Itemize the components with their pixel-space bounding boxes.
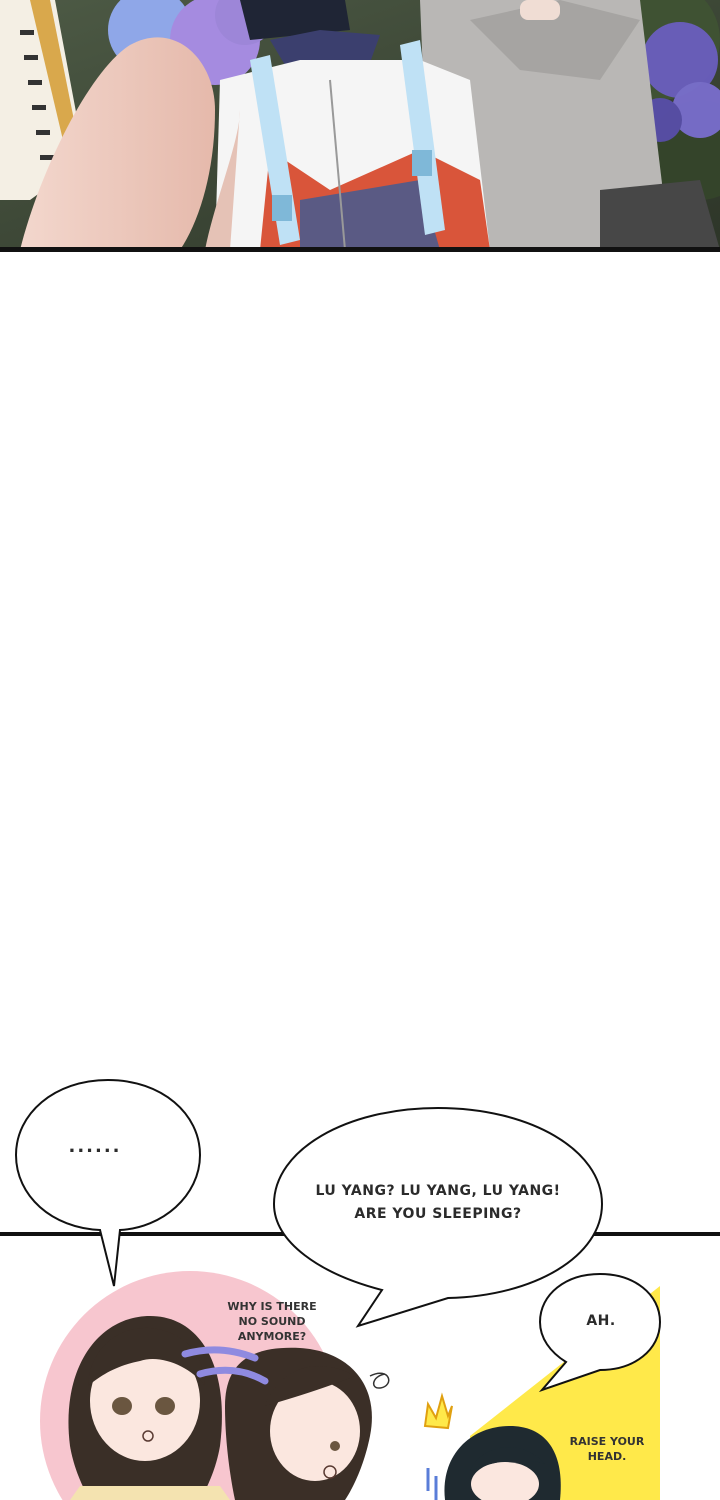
sfx-why-line3: ANYMORE? <box>237 1330 307 1343</box>
speech-bubble-ellipsis: ...... <box>68 1136 122 1157</box>
sfx-why-no-sound: WHY IS THERE NO SOUND ANYMORE? <box>212 1299 332 1344</box>
sfx-why-line1: WHY IS THERE <box>227 1300 317 1313</box>
speech-bubble-lu-yang-line1: LU YANG? LU YANG, LU YANG! <box>315 1183 561 1199</box>
speech-bubble-ellipsis-shape <box>14 1078 202 1287</box>
speech-bubble-ah: AH. <box>586 1313 616 1329</box>
sfx-raise-line1: RAISE YOUR <box>569 1435 645 1448</box>
surprise-mark <box>423 1392 453 1430</box>
sfx-why-line2: NO SOUND <box>238 1315 306 1328</box>
sfx-raise-line2: HEAD. <box>587 1450 627 1463</box>
selfie-illustration <box>0 0 720 250</box>
sfx-raise-your-head: RAISE YOUR HEAD. <box>552 1434 662 1464</box>
top-panel <box>0 0 720 250</box>
panel-divider-top <box>0 247 720 252</box>
speech-bubble-ah-shape <box>538 1272 662 1393</box>
speech-bubble-lu-yang-line2: ARE YOU SLEEPING? <box>354 1206 522 1222</box>
